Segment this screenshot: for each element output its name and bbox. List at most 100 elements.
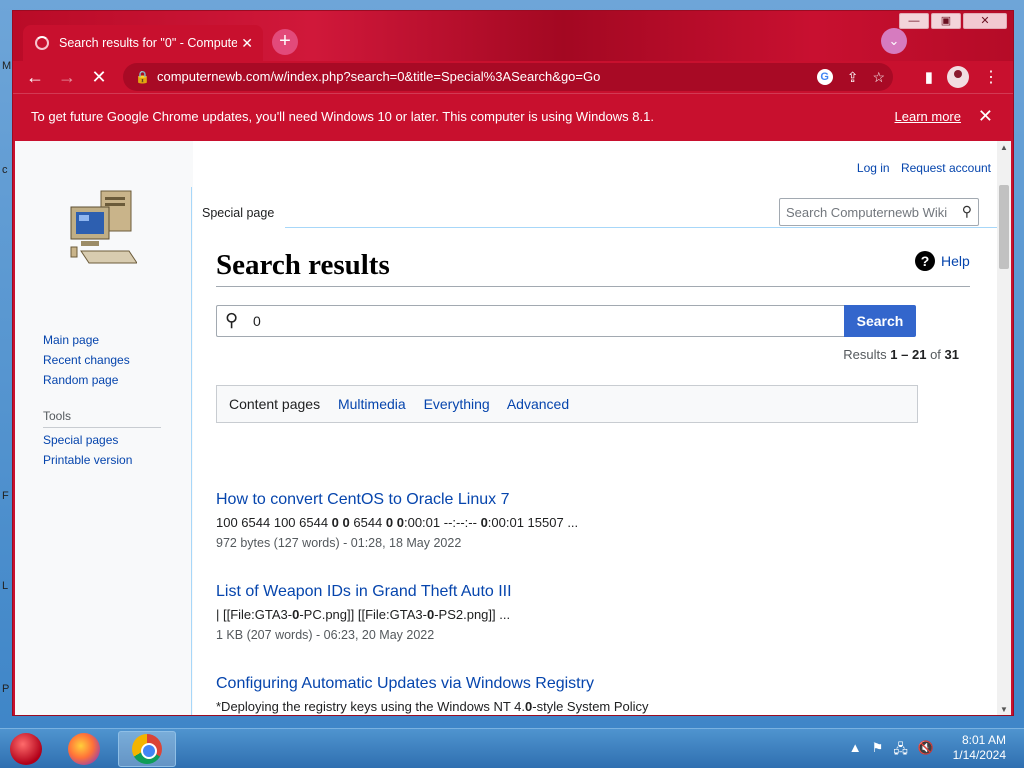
result-meta: 972 bytes (127 words) - 01:28, 18 May 20… [216,536,462,550]
chrome-icon [132,734,162,764]
search-query-input[interactable]: ⚲ 0 [216,305,844,337]
help-label: Help [941,253,970,269]
chrome-window: Search results for "0" - Computer ✕ + ⌄ … [12,10,1014,716]
update-infobar: To get future Google Chrome updates, you… [13,93,1013,139]
profile-avatar-icon[interactable] [947,66,969,88]
search-query-value: 0 [253,313,261,329]
tools-nav: Special pages Printable version [43,433,132,473]
sidebar-item-main-page[interactable]: Main page [43,333,130,347]
search-result: Configuring Automatic Updates via Window… [216,675,976,714]
results-from: 1 [890,347,898,362]
help-icon: ? [915,251,935,271]
web-page: Main page Recent changes Random page Too… [15,141,999,715]
page-scrollbar[interactable]: ▲ ▼ [997,141,1011,715]
system-clock[interactable]: 8:01 AM 1/14/2024 [953,733,1006,763]
result-title-link[interactable]: Configuring Automatic Updates via Window… [216,675,976,693]
tab-close-icon[interactable]: ✕ [241,35,253,52]
results-of: of [930,347,941,362]
tab-title: Search results for "0" - Computer [59,36,237,50]
result-meta: 1 KB (207 words) - 06:23, 20 May 2022 [216,628,435,642]
tools-heading: Tools [43,409,161,428]
stop-loading-icon[interactable]: ✕ [87,65,111,89]
personal-links: Log in Request account [849,161,991,175]
firefox-taskbar-icon[interactable] [68,733,100,765]
sidebar-item-recent-changes[interactable]: Recent changes [43,353,130,367]
search-icon: ⚲ [225,310,239,330]
address-bar[interactable]: 🔒 computernewb.com/w/index.php?search=0&… [123,63,893,91]
menu-kebab-icon[interactable]: ⋮ [983,67,999,87]
login-link[interactable]: Log in [857,161,890,175]
browser-toolbar: ← → ✕ 🔒 computernewb.com/w/index.php?sea… [13,61,1013,93]
search-button[interactable]: Search [844,305,916,337]
network-icon[interactable]: 🖧 [893,740,908,762]
tab-multimedia[interactable]: Multimedia [338,396,406,412]
tab-divider [285,227,999,228]
scroll-down-icon[interactable]: ▼ [1000,705,1008,714]
action-center-flag-icon[interactable]: ⚑ [872,740,884,762]
tab-special-page[interactable]: Special page [193,197,284,227]
back-arrow-icon[interactable]: ← [23,65,47,89]
volume-muted-icon[interactable]: 🔇 [918,740,934,762]
tab-advanced[interactable]: Advanced [507,396,569,412]
help-link[interactable]: ? Help [915,251,970,271]
scroll-up-icon[interactable]: ▲ [1000,143,1008,152]
tab-content-pages[interactable]: Content pages [229,396,320,412]
wiki-logo-computer-icon[interactable] [67,189,137,271]
url-text: computernewb.com/w/index.php?search=0&ti… [157,69,601,84]
loading-spinner-icon [35,36,49,50]
bookmark-star-icon[interactable]: ☆ [872,63,885,91]
new-tab-button[interactable]: + [272,29,298,55]
google-lens-icon[interactable]: G [816,69,833,85]
tab-search-button[interactable]: ⌄ [881,28,907,54]
wiki-search-input[interactable]: Search Computernewb Wiki ⚲ [779,198,979,226]
result-snippet: | [[File:GTA3-0-PC.png]] [[File:GTA3-0-P… [216,607,511,622]
result-title-link[interactable]: How to convert CentOS to Oracle Linux 7 [216,491,976,509]
maximize-button[interactable]: ▣ [931,13,961,29]
results-total: 31 [944,347,959,362]
search-icon[interactable]: ⚲ [962,203,972,220]
results-count: Results 1 – 21 of 31 [843,347,959,362]
result-snippet: 100 6544 100 6544 0 0 6544 0 0:00:01 --:… [216,515,579,530]
results-dash: – [901,347,909,362]
desktop-icon-label-fragment: P [2,683,10,695]
request-account-link[interactable]: Request account [901,161,991,175]
sidebar-nav: Main page Recent changes Random page [43,333,130,393]
chrome-taskbar-button[interactable] [118,731,176,767]
forward-arrow-icon[interactable]: → [55,65,79,89]
search-result: List of Weapon IDs in Grand Theft Auto I… [216,583,976,642]
desktop-icon-label-fragment: M [2,60,12,72]
share-icon[interactable]: ⇪ [847,63,859,91]
search-profile-tabs: Content pages Multimedia Everything Adva… [216,385,918,423]
desktop-icon-label-fragment: L [2,580,9,592]
system-tray: ▲ ⚑ 🖧 🔇 [849,740,934,762]
minimize-button[interactable]: — [899,13,929,29]
wiki-sidebar: Main page Recent changes Random page Too… [15,141,193,715]
start-button-icon[interactable] [10,733,42,765]
lock-icon[interactable]: 🔒 [135,63,150,91]
window-controls: — ▣ ✕ [899,13,1007,29]
sidebar-item-random-page[interactable]: Random page [43,373,130,387]
content-border [191,187,192,715]
show-hidden-icons-icon[interactable]: ▲ [849,740,862,762]
title-bar: Search results for "0" - Computer ✕ + ⌄ … [13,11,1013,61]
title-divider [216,286,970,287]
close-window-button[interactable]: ✕ [963,13,1007,29]
sidebar-item-special-pages[interactable]: Special pages [43,433,132,447]
results-prefix: Results [843,347,887,362]
browser-tab[interactable]: Search results for "0" - Computer ✕ [23,25,263,61]
results-to: 21 [911,347,927,362]
page-title: Search results [216,249,390,281]
learn-more-link[interactable]: Learn more [895,109,961,124]
windows-taskbar: ▲ ⚑ 🖧 🔇 8:01 AM 1/14/2024 [0,728,1024,768]
side-panel-icon[interactable]: ▮ [925,68,933,86]
tab-everything[interactable]: Everything [424,396,490,412]
sidebar-item-printable-version[interactable]: Printable version [43,453,132,467]
result-snippet: *Deploying the registry keys using the W… [216,699,649,714]
wiki-search-placeholder: Search Computernewb Wiki [786,205,948,220]
search-result: How to convert CentOS to Oracle Linux 7 … [216,491,976,550]
close-infobar-icon[interactable]: ✕ [978,106,993,127]
clock-date: 1/14/2024 [952,748,1006,762]
clock-time: 8:01 AM [961,733,1006,747]
scroll-thumb[interactable] [999,185,1009,269]
result-title-link[interactable]: List of Weapon IDs in Grand Theft Auto I… [216,583,976,601]
